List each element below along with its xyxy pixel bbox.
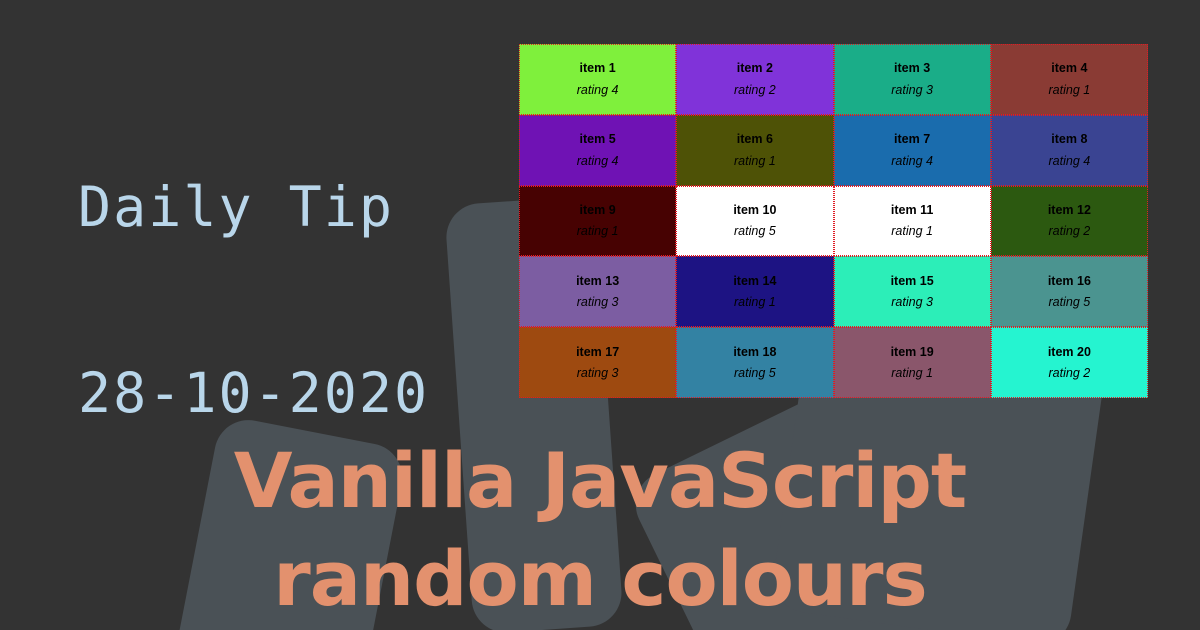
grid-cell-rating: rating 3 [891,82,933,97]
grid-cell[interactable]: item 10 rating 5 [676,185,834,257]
grid-cell[interactable]: item 18 rating 5 [676,327,834,398]
grid-cell-rating: rating 5 [1048,295,1091,310]
grid-cell-title: item 1 [579,61,616,76]
grid-cell-title: item 20 [1047,344,1091,359]
grid-cell-title: item 10 [733,202,777,217]
grid-cell[interactable]: item 9 rating 1 [519,185,677,257]
grid-cell-title: item 3 [894,61,931,76]
grid-cell-rating: rating 1 [1048,82,1091,97]
grid-cell[interactable]: item 12 rating 2 [990,185,1148,257]
page-title: Daily Tip 28-10-2020 [78,52,429,486]
grid-cell-rating: rating 4 [576,82,619,97]
grid-cell-title: item 16 [1047,273,1091,288]
grid-cell[interactable]: item 13 rating 3 [519,256,677,328]
grid-cell-title: item 7 [894,132,931,147]
grid-cell-title: item 2 [736,61,773,76]
grid-cell[interactable]: item 1 rating 4 [519,44,677,115]
grid-cell-rating: rating 1 [891,224,933,239]
grid-cell-title: item 8 [1051,132,1088,147]
grid-cell[interactable]: item 2 rating 2 [676,44,834,115]
grid-cell-rating: rating 2 [1048,224,1091,239]
grid-cell[interactable]: item 15 rating 3 [833,256,991,328]
grid-cell-rating: rating 1 [734,295,776,310]
grid-cell-rating: rating 1 [891,366,933,381]
grid-cell-title: item 18 [733,344,777,359]
grid-cell-rating: rating 1 [734,153,776,168]
grid-cell-title: item 12 [1047,202,1091,217]
grid-cell[interactable]: item 20 rating 2 [990,327,1148,398]
grid-cell[interactable]: item 11 rating 1 [833,185,991,257]
grid-cell-title: item 11 [890,202,934,217]
grid-cell[interactable]: item 4 rating 1 [990,44,1148,115]
grid-cell[interactable]: item 7 rating 4 [833,114,991,186]
grid-cell[interactable]: item 19 rating 1 [833,327,991,398]
grid-cell-title: item 14 [733,273,777,288]
grid-cell[interactable]: item 8 rating 4 [990,114,1148,186]
grid-cell-rating: rating 4 [1048,153,1091,168]
grid-cell-rating: rating 5 [734,224,776,239]
grid-cell-title: item 5 [579,132,616,147]
item-grid-wrapper: item 1 rating 4 item 2 rating 2 item 3 rating… [519,44,1148,398]
grid-cell[interactable]: item 3 rating 3 [833,44,991,115]
grid-cell[interactable]: item 6 rating 1 [676,114,834,186]
grid-cell-title: item 13 [576,273,620,288]
grid-cell-title: item 19 [890,344,934,359]
grid-cell-title: item 4 [1051,61,1088,76]
grid-cell-rating: rating 3 [576,295,619,310]
grid-cell[interactable]: item 16 rating 5 [990,256,1148,328]
grid-cell[interactable]: item 14 rating 1 [676,256,834,328]
page-subtitle-line-1: Vanilla JavaScript [233,436,967,525]
grid-cell-rating: rating 2 [1048,366,1091,381]
page-subtitle-line-2: random colours [273,534,928,623]
page-title-line-1: Daily Tip [78,175,395,239]
grid-cell-rating: rating 5 [734,366,776,381]
grid-cell-title: item 9 [579,202,616,217]
grid-cell-rating: rating 1 [576,224,619,239]
grid-cell-rating: rating 3 [891,295,933,310]
item-grid: item 1 rating 4 item 2 rating 2 item 3 rating… [519,44,1148,398]
page-subtitle: Vanilla JavaScript random colours [0,432,1200,628]
grid-cell-rating: rating 3 [576,366,619,381]
grid-cell-title: item 6 [736,132,773,147]
grid-cell-rating: rating 4 [576,153,619,168]
grid-cell-rating: rating 2 [734,82,776,97]
grid-cell-title: item 15 [890,273,934,288]
page-title-line-2: 28-10-2020 [78,361,430,425]
grid-cell[interactable]: item 5 rating 4 [519,114,677,186]
grid-cell-rating: rating 4 [891,153,933,168]
grid-cell-title: item 17 [576,344,620,359]
grid-cell[interactable]: item 17 rating 3 [519,327,677,398]
